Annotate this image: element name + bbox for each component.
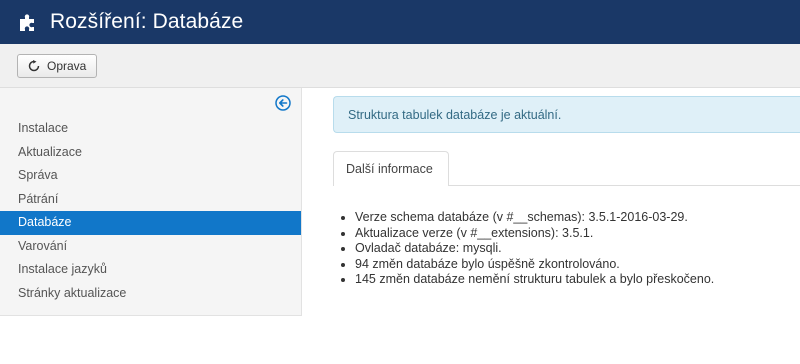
sidebar-nav: Instalace Aktualizace Správa Pátrání Dat… (0, 117, 301, 305)
refresh-icon (28, 59, 41, 72)
sidebar-item-label: Varování (18, 238, 68, 253)
sidebar-item-instalace-jazyku[interactable]: Instalace jazyků (0, 258, 301, 282)
sidebar-item-instalace[interactable]: Instalace (0, 117, 301, 141)
puzzle-icon (18, 11, 40, 33)
list-item: 94 změn databáze bylo úspěšně zkontrolov… (355, 257, 800, 273)
sidebar-item-sprava[interactable]: Správa (0, 164, 301, 188)
page-title: Rozšíření: Databáze (50, 10, 244, 33)
sidebar-item-label: Instalace (18, 121, 69, 135)
sidebar-item-label: Stránky aktualizace (18, 285, 127, 300)
status-alert: Struktura tabulek databáze je aktuální. (333, 96, 800, 133)
list-item: Aktualizace verze (v #__extensions): 3.5… (355, 226, 800, 242)
sidebar-item-label: Aktualizace (18, 144, 82, 159)
main-content: Struktura tabulek databáze je aktuální. … (333, 88, 800, 288)
sidebar-item-label: Databáze (18, 215, 72, 229)
tab-bar: Další informace (333, 151, 800, 186)
sidebar-item-aktualizace[interactable]: Aktualizace (0, 141, 301, 165)
repair-button-label: Oprava (47, 58, 87, 73)
sidebar-item-label: Pátrání (18, 191, 59, 206)
status-alert-text: Struktura tabulek databáze je aktuální. (348, 107, 562, 122)
list-item: Verze schema databáze (v #__schemas): 3.… (355, 210, 800, 226)
tab-label: Další informace (346, 162, 433, 176)
collapse-sidebar-icon[interactable] (275, 95, 291, 111)
sidebar: Instalace Aktualizace Správa Pátrání Dat… (0, 88, 302, 316)
sidebar-item-varovani[interactable]: Varování (0, 235, 301, 259)
tab-dalsi-informace[interactable]: Další informace (333, 151, 449, 186)
sidebar-item-label: Správa (18, 168, 58, 182)
info-list: Verze schema databáze (v #__schemas): 3.… (333, 210, 800, 288)
sidebar-item-patrani[interactable]: Pátrání (0, 188, 301, 212)
sidebar-item-databaze[interactable]: Databáze (0, 211, 301, 235)
list-item: Ovladač databáze: mysqli. (355, 241, 800, 257)
sidebar-item-stranky-aktualizace[interactable]: Stránky aktualizace (0, 282, 301, 306)
repair-button[interactable]: Oprava (17, 53, 98, 78)
page-header: Rozšíření: Databáze (0, 0, 800, 44)
list-item: 145 změn databáze nemění strukturu tabul… (355, 272, 800, 288)
sidebar-item-label: Instalace jazyků (18, 262, 107, 276)
toolbar: Oprava (0, 44, 800, 88)
